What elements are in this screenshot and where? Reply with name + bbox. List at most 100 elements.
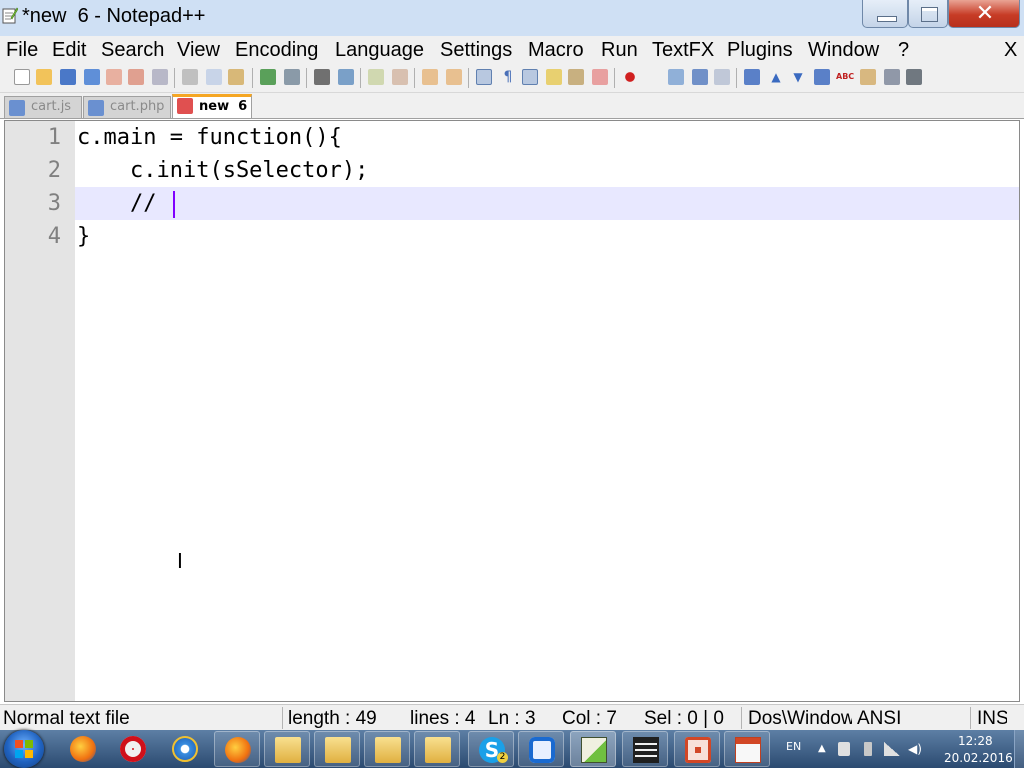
taskbar-skype[interactable]: S 2 [468,731,514,767]
action-center-icon[interactable] [838,742,850,756]
status-line-number: Ln : 3 [488,708,536,729]
minimize-button[interactable] [862,0,908,28]
menu-plugins[interactable]: Plugins [727,39,793,62]
menu-help[interactable]: ? [898,39,909,62]
close-document-button[interactable]: X [1004,39,1017,62]
status-divider [970,707,971,729]
taskbar-folder-2[interactable] [314,731,360,767]
menu-run[interactable]: Run [601,39,638,62]
textfx-down-icon[interactable]: ▼ [790,69,806,85]
redo-icon[interactable] [284,69,300,85]
restore-button[interactable] [908,0,948,28]
menu-file[interactable]: File [6,39,38,62]
restore-icon [921,7,938,22]
start-button[interactable] [4,730,44,768]
paste-icon[interactable] [228,69,244,85]
binoculars-icon[interactable] [906,69,922,85]
tab-cart-js[interactable]: cart.js [4,96,82,118]
new-file-icon[interactable] [14,69,30,85]
taskbar-firefox[interactable] [60,731,106,767]
save-icon[interactable] [60,69,76,85]
language-indicator[interactable]: EN [786,740,801,753]
status-encoding: ANSI [857,708,902,729]
open-file-icon[interactable] [36,69,52,85]
run-macro-multiple-icon[interactable] [692,69,708,85]
show-all-chars-icon[interactable]: ¶ [500,69,516,85]
status-divider [741,707,742,729]
clock-date[interactable]: 20.02.2016 [944,751,1013,765]
internet-explorer-icon [172,736,198,762]
undo-icon[interactable] [260,69,276,85]
menu-edit[interactable]: Edit [52,39,86,62]
textfx-format-icon[interactable] [884,69,900,85]
menu-textfx[interactable]: TextFX [652,39,714,62]
taskbar-folder-1[interactable] [264,731,310,767]
clock-time[interactable]: 12:28 [958,734,993,748]
menu-encoding[interactable]: Encoding [235,39,318,62]
word-wrap-icon[interactable] [476,69,492,85]
volume-icon[interactable]: ◀) [908,742,922,756]
menu-window[interactable]: Window [808,39,879,62]
taskbar-internet-explorer[interactable] [162,731,208,767]
taskbar-powerpoint-2[interactable] [724,731,770,767]
menu-settings[interactable]: Settings [440,39,512,62]
user-lang-icon[interactable] [546,69,562,85]
menu-view[interactable]: View [177,39,220,62]
sync-horizontal-icon[interactable] [446,69,462,85]
save-all-icon[interactable] [84,69,100,85]
notepadpp-icon [581,737,607,763]
taskbar-folder-4[interactable] [414,731,460,767]
save-macro-icon[interactable] [714,69,730,85]
close-icon[interactable] [106,69,122,85]
menu-language[interactable]: Language [335,39,424,62]
network-signal-icon[interactable] [884,742,900,756]
menu-search[interactable]: Search [101,39,164,62]
code-editor[interactable]: 1 2 3 4 c.main = function(){ c.init(sSel… [4,120,1020,702]
toolbar: ¶ ▲ ▼ ABC [0,64,1024,93]
code-line[interactable]: c.init(sSelector); [77,154,368,187]
status-file-type: Normal text file [3,708,130,729]
taskbar-opera[interactable] [110,731,156,767]
play-macro-icon[interactable] [668,69,684,85]
toolbar-separator [360,68,361,88]
doc-map-icon[interactable] [568,69,584,85]
tab-new-6[interactable]: new 6 [172,94,252,118]
textfx-collapse-icon[interactable] [744,69,760,85]
code-line[interactable]: } [77,220,90,253]
zoom-out-icon[interactable] [392,69,408,85]
taskbar-notepadpp[interactable] [570,731,616,767]
function-list-icon[interactable] [592,69,608,85]
spell-check-icon[interactable]: ABC [836,69,854,85]
close-window-button[interactable]: ✕ [948,0,1020,28]
taskbar-powerpoint-1[interactable] [674,731,720,767]
taskbar-teamviewer[interactable] [518,731,564,767]
find-icon[interactable] [314,69,330,85]
taskbar-firefox-open[interactable] [214,731,260,767]
code-line[interactable]: // [77,187,157,220]
textfx-tool-icon[interactable] [860,69,876,85]
show-desktop-button[interactable] [1014,730,1024,768]
indent-guide-icon[interactable] [522,69,538,85]
replace-icon[interactable] [338,69,354,85]
close-all-icon[interactable] [128,69,144,85]
sync-vertical-icon[interactable] [422,69,438,85]
textfx-up-icon[interactable]: ▲ [768,69,784,85]
folder-icon [325,737,351,763]
record-macro-icon[interactable] [622,69,638,85]
show-hidden-icons-icon[interactable]: ▲ [818,742,830,756]
print-icon[interactable] [152,69,168,85]
taskbar-folder-3[interactable] [364,731,410,767]
copy-icon[interactable] [206,69,222,85]
tab-cart-php[interactable]: cart.php [83,96,171,118]
cut-icon[interactable] [182,69,198,85]
code-line[interactable]: c.main = function(){ [77,121,342,154]
taskbar-video[interactable] [622,731,668,767]
menu-macro[interactable]: Macro [528,39,584,62]
battery-icon[interactable] [864,742,872,756]
textfx-expand-icon[interactable] [814,69,830,85]
notepadpp-app-icon[interactable] [2,6,18,24]
stop-macro-icon[interactable] [646,69,662,85]
zoom-in-icon[interactable] [368,69,384,85]
powerpoint-icon [685,737,711,763]
window-title: *new 6 - Notepad++ [22,5,206,27]
